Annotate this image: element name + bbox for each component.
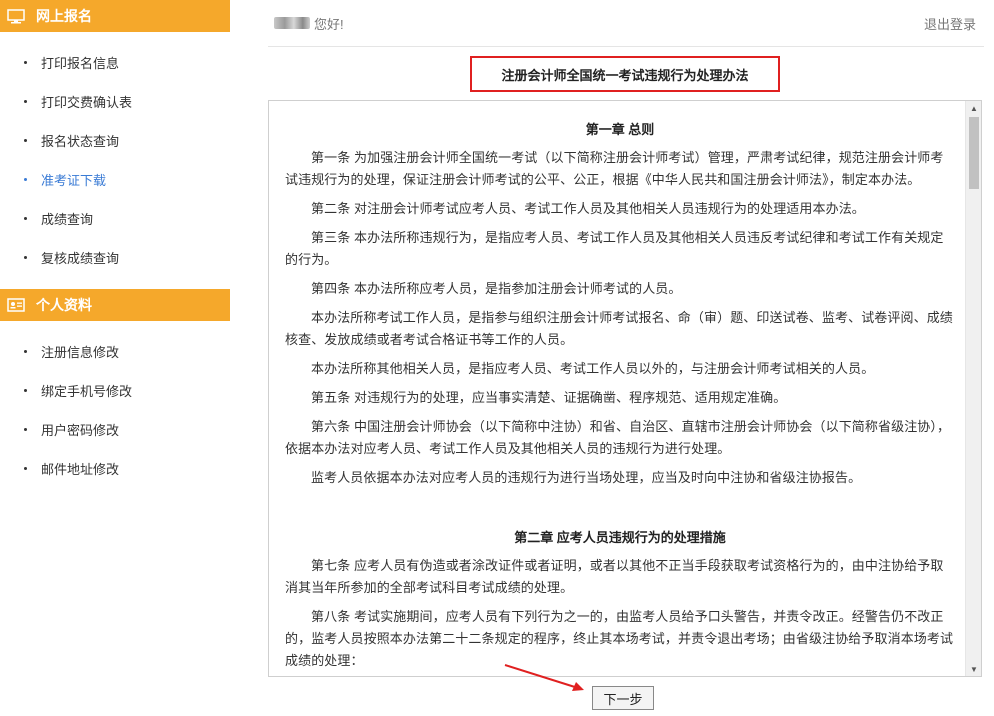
sidebar-item-label: 成绩查询 (41, 212, 94, 227)
sidebar-group-title: 网上报名 (36, 8, 92, 24)
top-bar: 您好! 退出登录 (268, 0, 984, 47)
bullet (24, 217, 27, 220)
chapter-heading: 第一章 总则 (585, 122, 655, 137)
sidebar-item-edit-registration[interactable]: 注册信息修改 (0, 332, 230, 371)
sidebar-item-edit-phone[interactable]: 绑定手机号修改 (0, 371, 230, 410)
sidebar-item-edit-email[interactable]: 邮件地址修改 (0, 449, 230, 488)
sidebar-item-label: 邮件地址修改 (41, 462, 120, 477)
bullet (24, 467, 27, 470)
sidebar-item-label: 注册信息修改 (41, 345, 120, 360)
paragraph: 监考人员依据本办法对应考人员的违规行为进行当场处理，应当及时向中注协和省级注协报… (311, 470, 862, 485)
sidebar-item-label: 打印交费确认表 (41, 95, 133, 110)
greeting-text: 您好! (314, 16, 344, 32)
paragraph: 第七条 应考人员有伪造或者涂改证件或者证明，或者以其他不正当手段获取考试资格行为… (285, 558, 944, 595)
monitor-icon (6, 8, 26, 24)
sidebar-item-label: 用户密码修改 (41, 423, 120, 438)
paragraph: 第五条 对违规行为的处理，应当事实清楚、证据确凿、程序规范、适用规定准确。 (311, 390, 787, 405)
bullet (24, 100, 27, 103)
document-title: 注册会计师全国统一考试违规行为处理办法 (470, 56, 780, 92)
sidebar-item-registration-status[interactable]: 报名状态查询 (0, 121, 230, 160)
chapter-heading: 第二章 应考人员违规行为的处理措施 (514, 530, 726, 545)
sidebar-item-label: 报名状态查询 (41, 134, 120, 149)
vertical-scrollbar[interactable]: ▲ ▼ (965, 101, 981, 676)
username-redacted (274, 17, 310, 29)
red-arrow-annotation-icon (504, 664, 584, 691)
next-step-button[interactable]: 下一步 (592, 686, 654, 710)
paragraph: 第一条 为加强注册会计师全国统一考试（以下简称注册会计师考试）管理，严肃考试纪律… (285, 150, 944, 187)
sidebar-item-print-registration[interactable]: 打印报名信息 (0, 43, 230, 82)
logout-link[interactable]: 退出登录 (924, 14, 976, 33)
paragraph: 第六条 中国注册会计师协会（以下简称中注协）和省、自治区、直辖市注册会计师协会（… (285, 419, 951, 456)
paragraph: 本办法所称其他相关人员，是指应考人员、考试工作人员以外的，与注册会计师考试相关的… (311, 361, 875, 376)
paragraph: 第二条 对注册会计师考试应考人员、考试工作人员及其他相关人员违规行为的处理适用本… (311, 201, 865, 216)
scroll-up-arrow-icon[interactable]: ▲ (966, 101, 981, 115)
bullet (24, 389, 27, 392)
sidebar-item-label: 打印报名信息 (41, 56, 120, 71)
sidebar-group-header-profile: 个人资料 (0, 289, 230, 321)
sidebar-group-header-registration: 网上报名 (0, 0, 230, 32)
paragraph: 本办法所称考试工作人员，是指参与组织注册会计师考试报名、命（审）题、印送试卷、监… (285, 310, 953, 347)
document-scroll-area[interactable]: 第一章 总则 第一条 为加强注册会计师全国统一考试（以下简称注册会计师考试）管理… (268, 100, 982, 677)
sidebar-item-score-query[interactable]: 成绩查询 (0, 199, 230, 238)
document-body: 第一章 总则 第一条 为加强注册会计师全国统一考试（以下简称注册会计师考试）管理… (269, 101, 965, 676)
scroll-down-arrow-icon[interactable]: ▼ (966, 662, 981, 676)
sidebar-item-label: 绑定手机号修改 (41, 384, 133, 399)
sidebar-item-print-payment-confirm[interactable]: 打印交费确认表 (0, 82, 230, 121)
sidebar-group-title: 个人资料 (36, 297, 92, 313)
greeting: 您好! (274, 14, 344, 33)
bullet (24, 256, 27, 259)
sidebar-item-label: 复核成绩查询 (41, 251, 120, 266)
bullet (24, 428, 27, 431)
sidebar-item-score-review-query[interactable]: 复核成绩查询 (0, 238, 230, 277)
sidebar-item-edit-password[interactable]: 用户密码修改 (0, 410, 230, 449)
paragraph: 第八条 考试实施期间，应考人员有下列行为之一的，由监考人员给予口头警告，并责令改… (285, 609, 954, 668)
sidebar-item-label: 准考证下载 (41, 173, 107, 188)
paragraph: 第四条 本办法所称应考人员，是指参加注册会计师考试的人员。 (311, 281, 682, 296)
bullet (24, 61, 27, 64)
paragraph: 第三条 本办法所称违规行为，是指应考人员、考试工作人员及其他相关人员违反考试纪律… (285, 230, 944, 267)
scrollbar-thumb[interactable] (969, 117, 979, 189)
sidebar: 网上报名 打印报名信息 打印交费确认表 报名状态查询 准考证下载 成绩查询 复核… (0, 0, 230, 716)
bullet (24, 178, 27, 181)
id-card-icon (6, 297, 26, 313)
sidebar-item-admission-ticket-download[interactable]: 准考证下载 (0, 160, 230, 199)
bullet (24, 139, 27, 142)
bullet (24, 350, 27, 353)
